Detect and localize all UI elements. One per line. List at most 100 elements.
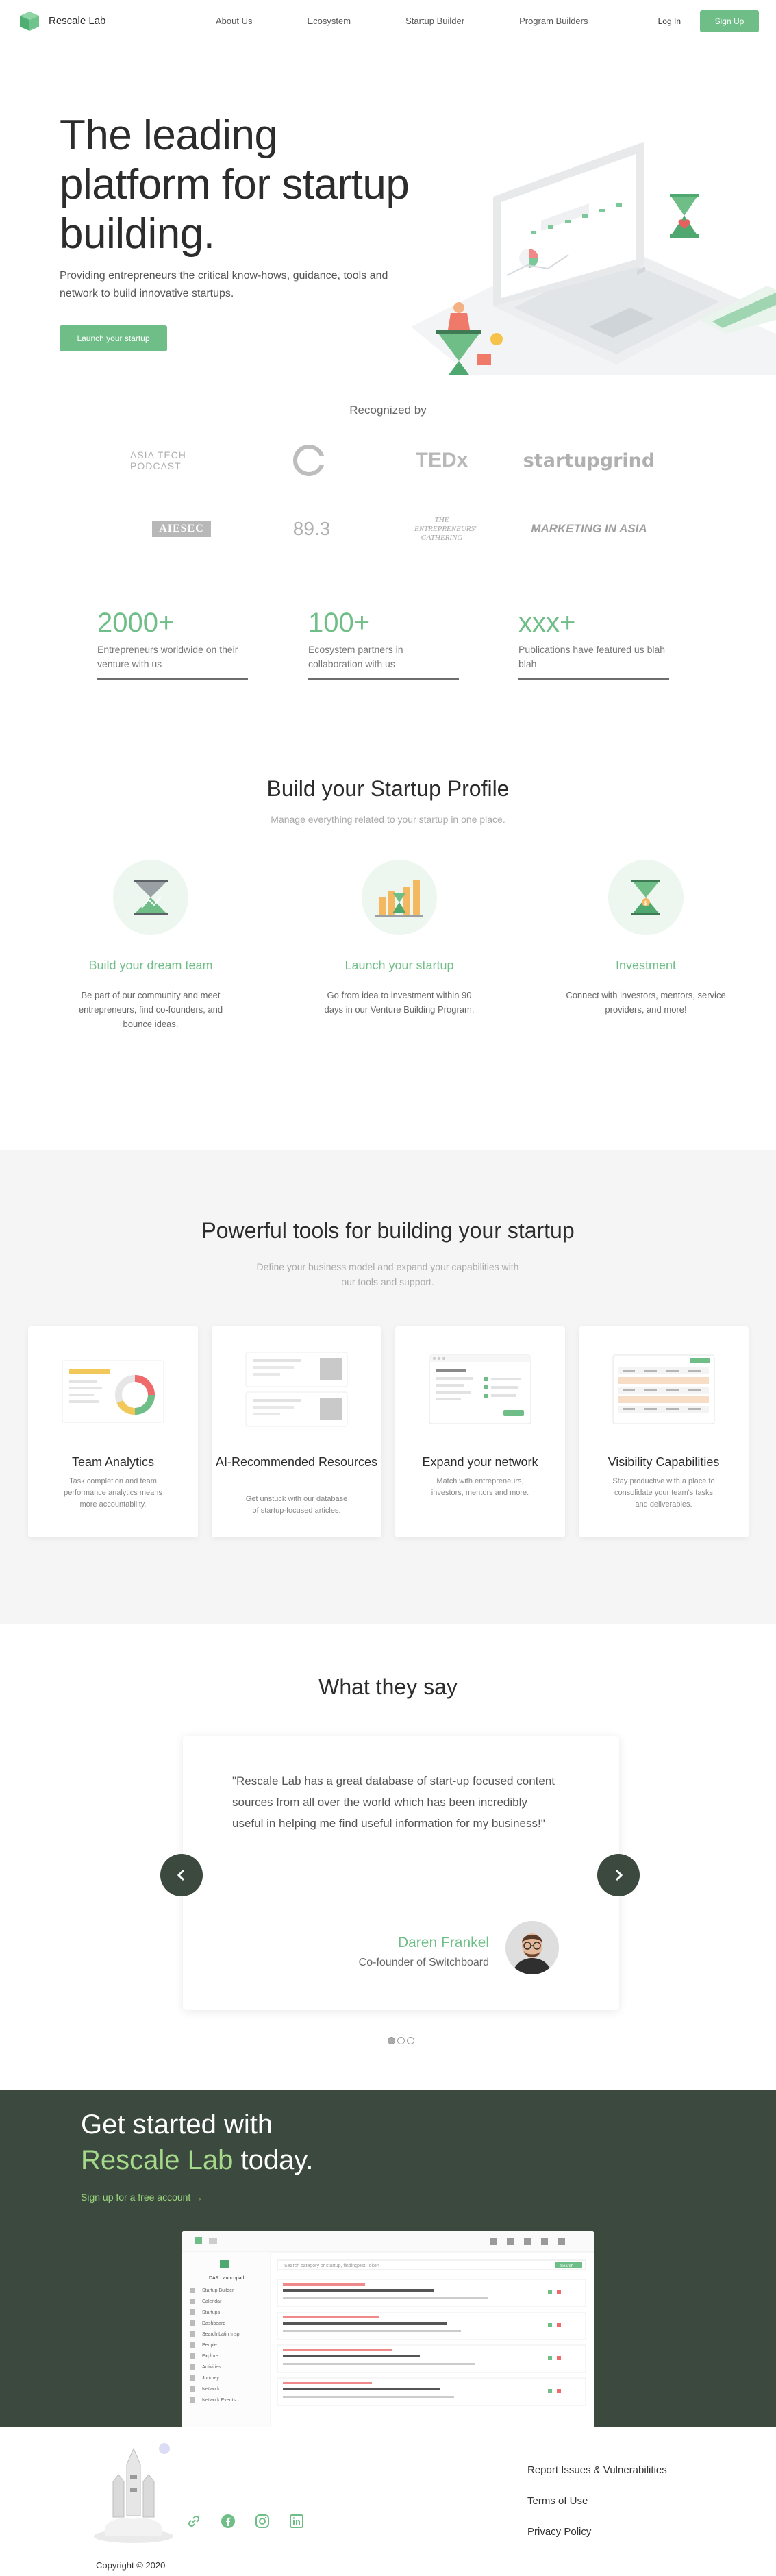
network-search-illustration <box>427 1347 534 1429</box>
tools-heading: Powerful tools for building your startup <box>201 1218 575 1243</box>
nav-link-ecosystem[interactable]: Ecosystem <box>307 16 351 26</box>
top-nav: Rescale Lab About Us Ecosystem Startup B… <box>0 0 776 42</box>
hero-title: The leading platform for startup buildin… <box>60 112 410 258</box>
stat-label: Ecosystem partners in collaboration with… <box>308 644 403 669</box>
linkedin-icon[interactable] <box>286 2511 307 2531</box>
svg-text:Dashboard: Dashboard <box>202 2321 225 2326</box>
tools-subheading: Define your business model and expand yo… <box>256 1261 519 1287</box>
press-logos: ASIA TECH PODCAST TEDx startupgrind AIES… <box>130 443 655 546</box>
report-issues-link[interactable]: Report Issues & Vulnerabilities <box>527 2464 667 2476</box>
testimonial-card: "Rescale Lab has a great database of sta… <box>183 1736 619 2010</box>
svg-text:$: $ <box>644 900 648 907</box>
testimonials-section: What they say "Rescale Lab has a great d… <box>0 1624 776 2090</box>
testimonial-quote: "Rescale Lab has a great database of sta… <box>232 1774 555 1830</box>
feature-title: Launch your startup <box>345 958 454 972</box>
hero-subtitle: Providing entrepreneurs the critical kno… <box>60 270 388 299</box>
tool-card-title: AI-Recommended Resources <box>215 1455 378 1469</box>
resources-illustration <box>243 1347 350 1429</box>
svg-text:People: People <box>202 2343 217 2348</box>
profile-subheading: Manage everything related to your startu… <box>271 814 505 825</box>
instagram-icon[interactable] <box>252 2511 273 2531</box>
tool-card-expand-network[interactable]: Expand your network Match with entrepren… <box>395 1326 565 1537</box>
team-hourglass-icon <box>113 860 188 935</box>
carousel-dot[interactable] <box>388 2037 395 2044</box>
testimonial-author-name: Daren Frankel <box>397 1935 489 1950</box>
nav-link-about[interactable]: About Us <box>216 16 252 26</box>
tool-card-visibility[interactable]: Visibility Capabilities Stay productive … <box>579 1326 749 1537</box>
svg-text:Search category or startup, fi: Search category or startup, findingtest … <box>284 2264 379 2268</box>
hero-section: The leading platform for startup buildin… <box>0 42 776 375</box>
brand-logo-link[interactable]: Rescale Lab <box>17 9 105 34</box>
stat-publications: xxx+ Publications have featured us blah … <box>518 608 669 680</box>
free-account-signup-link[interactable]: Sign up for a free account → <box>81 2192 203 2203</box>
launch-chart-icon <box>362 860 437 935</box>
facebook-icon[interactable] <box>218 2511 238 2531</box>
svg-text:Activities: Activities <box>202 2365 221 2370</box>
svg-text:Explore: Explore <box>202 2354 218 2359</box>
svg-text:Calendar: Calendar <box>202 2299 222 2304</box>
testimonials-heading: What they say <box>318 1674 458 1699</box>
cta-heading-rest: today. <box>233 2145 314 2175</box>
nav-link-program-builders[interactable]: Program Builders <box>519 16 588 26</box>
stat-value: 100+ <box>308 608 371 638</box>
startupgrind-logo: startupgrind <box>523 449 655 471</box>
feature-title: Build your dream team <box>88 958 213 972</box>
tool-card-title: Expand your network <box>422 1455 538 1469</box>
tool-card-team-analytics[interactable]: Team Analytics Task completion and team … <box>28 1326 198 1537</box>
next-testimonial-button[interactable] <box>597 1854 640 1896</box>
launch-startup-button[interactable]: Launch your startup <box>60 325 167 351</box>
testimonial-author-role: Co-founder of Switchboard <box>358 1957 489 1968</box>
svg-text:Journey: Journey <box>202 2376 219 2381</box>
tool-card-title: Visibility Capabilities <box>608 1455 720 1469</box>
get-started-section: Get started with Rescale Lab today. Sign… <box>0 2090 776 2427</box>
stat-entrepreneurs: 2000+ Entrepreneurs worldwide on their v… <box>97 608 248 680</box>
link-icon[interactable] <box>184 2511 204 2531</box>
signup-button[interactable]: Sign Up <box>700 10 759 32</box>
entrepreneurs-gathering-logo: THE ENTREPRENEURS' GATHERING <box>414 515 477 542</box>
primary-nav: About Us Ecosystem Startup Builder Progr… <box>216 16 643 26</box>
asia-tech-podcast-logo: ASIA TECH PODCAST <box>130 449 186 471</box>
nav-actions: Log In Sign Up <box>658 10 759 32</box>
chevron-right-icon <box>615 1869 623 1881</box>
recognized-heading: Recognized by <box>349 404 427 417</box>
privacy-policy-link[interactable]: Privacy Policy <box>527 2526 667 2538</box>
tool-card-description: Get unstuck with our database of startup… <box>245 1495 348 1515</box>
carousel-dot[interactable] <box>407 2037 414 2044</box>
feature-title: Investment <box>615 958 677 972</box>
terms-of-use-link[interactable]: Terms of Use <box>527 2495 667 2507</box>
social-links <box>184 2511 307 2531</box>
money-fm-logo: 89.3 <box>292 518 331 539</box>
marketing-in-asia-logo: MARKETING IN ASIA <box>531 522 647 535</box>
svg-text:Startup Builder: Startup Builder <box>202 2288 234 2293</box>
login-link[interactable]: Log In <box>658 16 681 26</box>
svg-text:DAR Launchpad: DAR Launchpad <box>209 2276 244 2281</box>
cta-heading: Get started with Rescale Lab today. <box>81 2107 313 2178</box>
recognized-by-section: Recognized by ASIA TECH PODCAST TEDx sta… <box>0 375 776 570</box>
tools-section: Powerful tools for building your startup… <box>0 1150 776 1624</box>
rescale-lab-logo-icon <box>17 9 42 34</box>
svg-text:Startups: Startups <box>202 2310 221 2315</box>
tool-card-title: Team Analytics <box>71 1455 155 1469</box>
aiesec-logo: AIESEC <box>130 512 233 546</box>
svg-text:Search Latin Inspi: Search Latin Inspi <box>202 2332 240 2337</box>
carousel-dot[interactable] <box>397 2037 405 2044</box>
previous-testimonial-button[interactable] <box>160 1854 203 1896</box>
tedx-logo: TEDx <box>415 449 468 471</box>
brand-name: Rescale Lab <box>49 15 106 27</box>
cta-heading-brand: Rescale Lab <box>81 2145 234 2175</box>
profile-heading: Build your Startup Profile <box>266 776 510 801</box>
tool-card-ai-resources[interactable]: AI-Recommended Resources Get unstuck wit… <box>212 1326 381 1537</box>
investment-hourglass-icon: $ <box>608 860 684 935</box>
site-footer: Copyright © 2020 Report Issues & Vulnera… <box>0 2427 776 2576</box>
tool-card-description: Stay productive with a place to consolid… <box>612 1477 715 1509</box>
feature-description: Connect with investors, mentors, service… <box>566 990 726 1015</box>
nav-link-startup-builder[interactable]: Startup Builder <box>405 16 464 26</box>
feature-launch-startup: Launch your startup Go from idea to inve… <box>310 860 488 1017</box>
stat-value: xxx+ <box>518 608 576 638</box>
analytics-dashboard-illustration <box>60 1347 166 1429</box>
task-board-illustration <box>610 1347 717 1429</box>
stat-value: 2000+ <box>97 608 175 638</box>
svg-text:Network Events: Network Events <box>202 2398 236 2403</box>
carousel-dots <box>388 2037 414 2044</box>
chevron-left-icon <box>177 1869 185 1881</box>
